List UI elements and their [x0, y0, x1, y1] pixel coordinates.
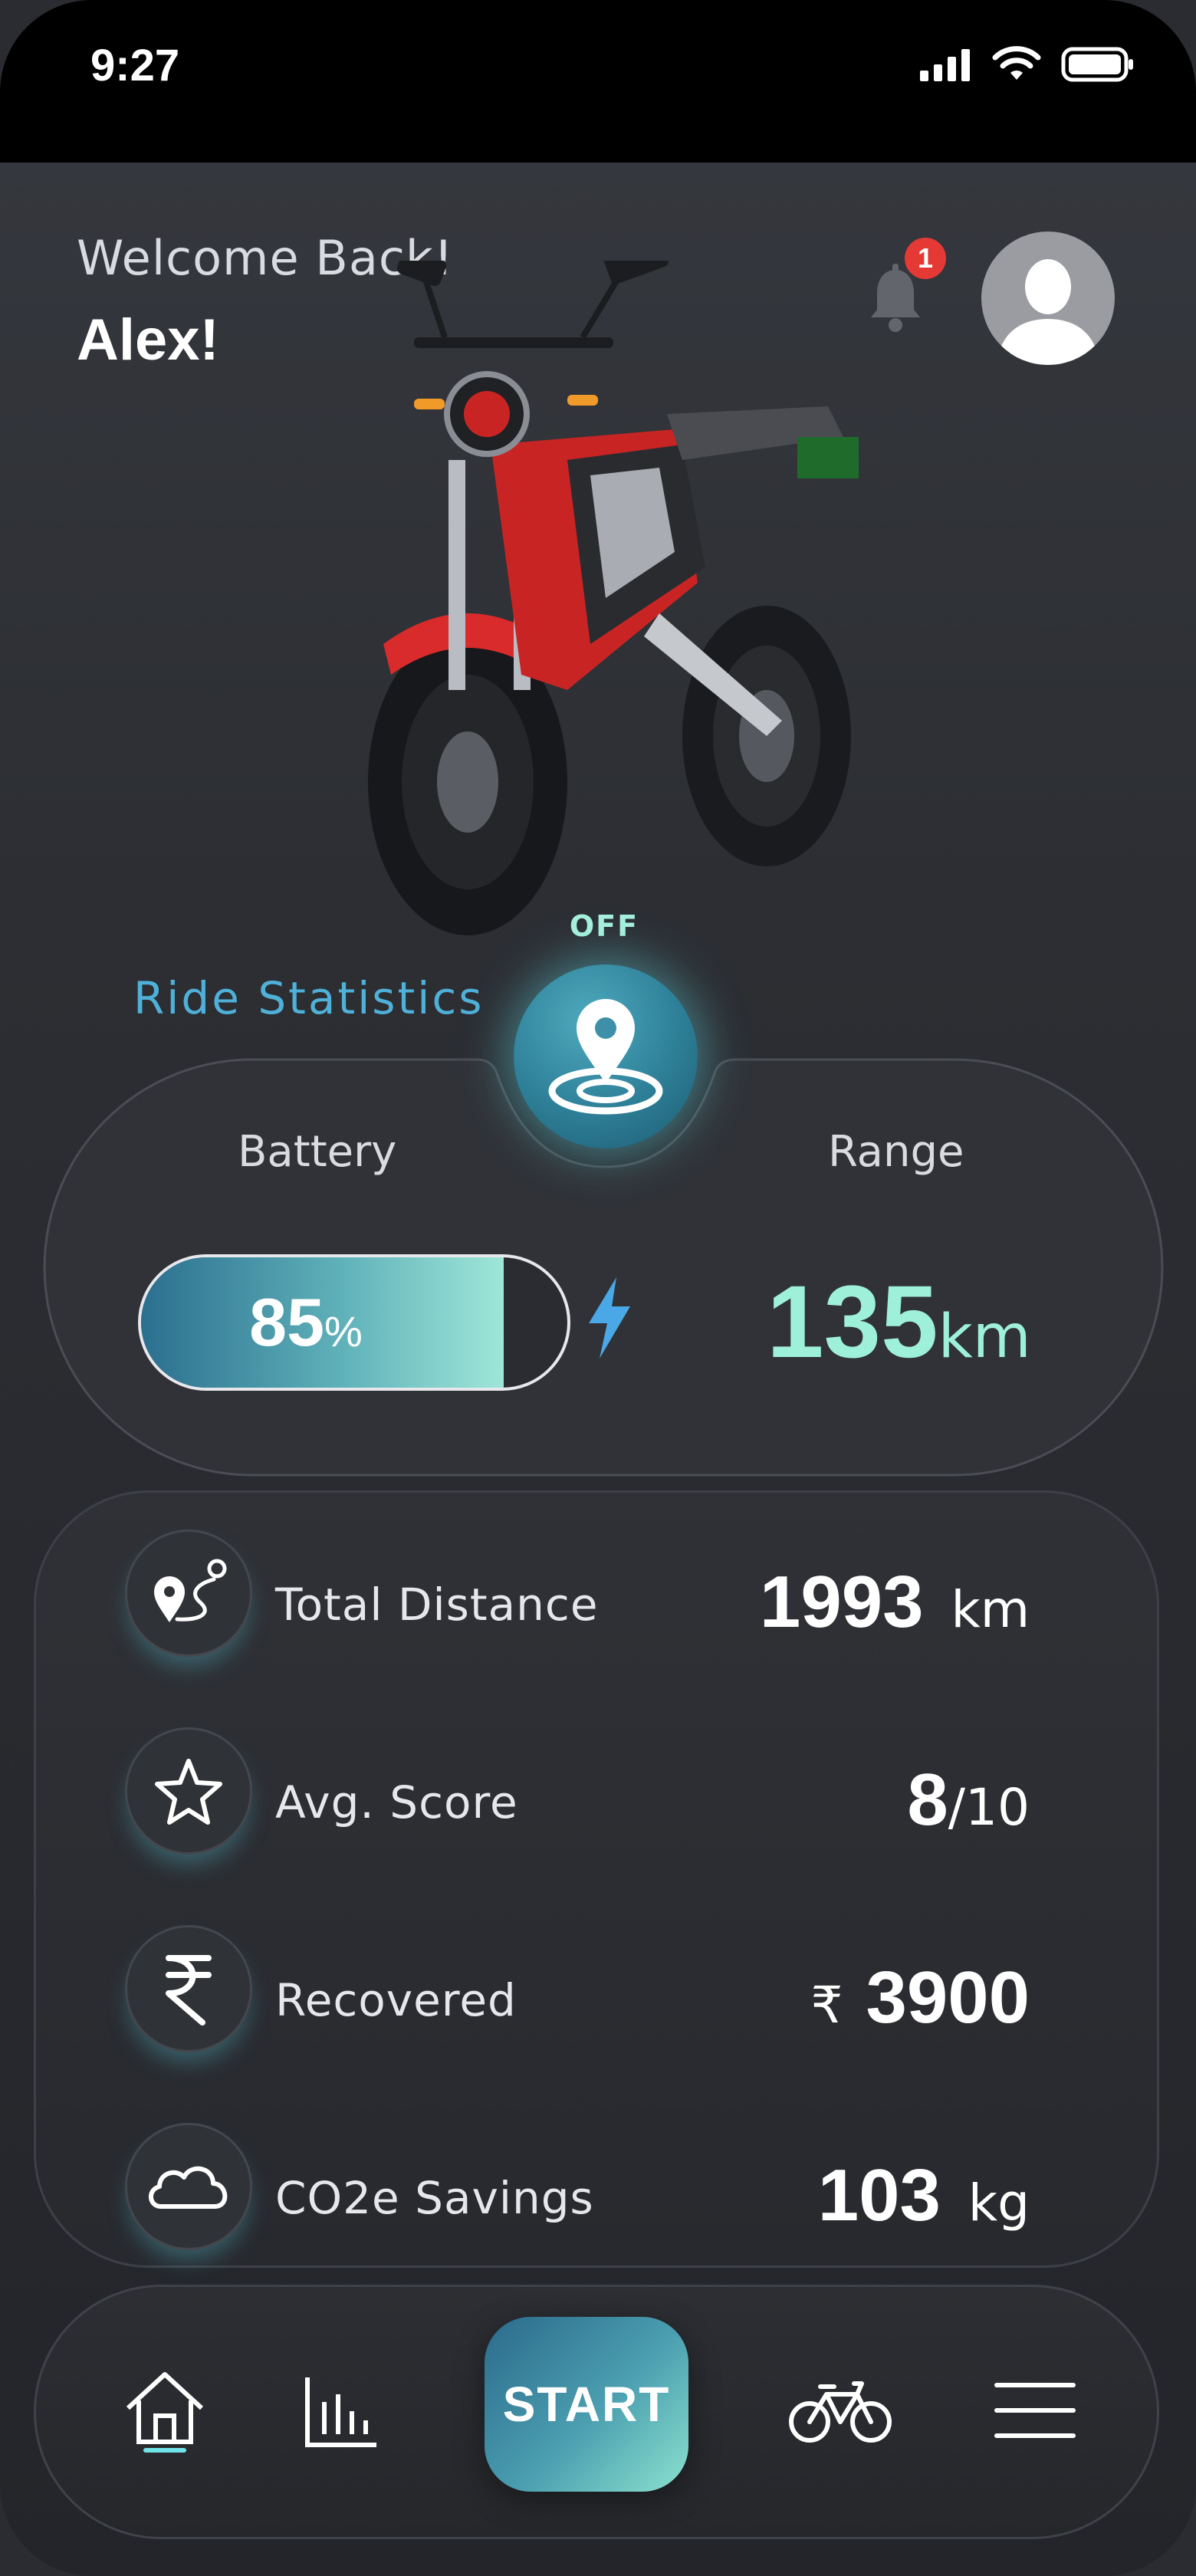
route-icon	[125, 1530, 252, 1657]
stat-number: 1993	[759, 1561, 924, 1643]
stat-number: 8	[907, 1759, 948, 1841]
stat-label: Recovered	[275, 1974, 517, 2026]
rupee-icon	[125, 1925, 252, 2052]
stat-value: 8/10	[907, 1758, 1030, 1842]
stat-value: ₹3900	[810, 1956, 1030, 2040]
battery-label: Battery	[238, 1127, 397, 1177]
stat-row-avg-score: Avg. Score 8/10	[36, 1727, 1162, 1858]
stat-value: 103 kg	[818, 2154, 1030, 2238]
motorcycle-image	[368, 261, 859, 935]
nav-rides-button[interactable]	[787, 2372, 894, 2449]
nav-stats-button[interactable]	[299, 2369, 383, 2453]
range-label: Range	[828, 1127, 964, 1177]
tracking-status-label: OFF	[569, 909, 639, 943]
battery-unit: %	[324, 1306, 363, 1355]
stats-chart-icon	[305, 2377, 376, 2447]
battery-status-icon	[1061, 47, 1133, 82]
charging-bolt-icon	[589, 1277, 630, 1359]
status-bar: 9:27	[0, 0, 1196, 163]
start-button[interactable]: START	[485, 2317, 688, 2492]
stat-label: Avg. Score	[275, 1776, 518, 1829]
stat-number: 3900	[866, 1957, 1030, 2039]
stat-number: 103	[817, 2154, 941, 2236]
user-name: Alex!	[77, 307, 219, 373]
location-pin-icon	[548, 999, 663, 1115]
stat-row-recovered: Recovered ₹3900	[36, 1925, 1162, 2055]
app-screen: 9:27 Welcome Back! Alex! 1 Ride Statisti…	[0, 0, 1196, 2576]
star-icon	[125, 1727, 252, 1855]
stat-unit: /10	[948, 1778, 1030, 1837]
bicycle-icon	[789, 2381, 892, 2443]
location-toggle-button[interactable]	[514, 964, 698, 1148]
stat-row-co2e-savings: CO2e Savings 103 kg	[36, 2123, 1162, 2253]
range-readout: 135km	[767, 1263, 1031, 1381]
signal-icon	[920, 49, 970, 81]
cloud-icon	[125, 2123, 252, 2250]
currency-symbol: ₹	[810, 1976, 843, 2035]
battery-readout: 85 %	[141, 1257, 471, 1388]
stats-list-card: Total Distance 1993 km Avg. Score 8/10 Re…	[34, 1490, 1159, 2268]
stat-row-total-distance: Total Distance 1993 km	[36, 1530, 1162, 1660]
range-unit: km	[938, 1303, 1031, 1372]
range-value: 135	[767, 1265, 938, 1379]
wifi-icon	[992, 46, 1041, 80]
stat-unit: kg	[968, 2174, 1030, 2233]
ride-statistics-title: Ride Statistics	[133, 972, 485, 1024]
menu-icon	[994, 2383, 1076, 2438]
stat-unit: km	[951, 1580, 1030, 1639]
stat-value: 1993 km	[760, 1560, 1030, 1644]
stat-label: Total Distance	[275, 1579, 599, 1631]
avatar[interactable]	[981, 232, 1115, 365]
nav-home-button[interactable]	[115, 2361, 215, 2461]
home-icon	[126, 2372, 204, 2453]
status-icons	[918, 46, 1135, 83]
status-time: 9:27	[90, 41, 180, 90]
battery-value: 85	[249, 1284, 325, 1360]
nav-menu-button[interactable]	[989, 2374, 1081, 2447]
battery-level-bar: 85 %	[138, 1254, 570, 1391]
stat-label: CO2e Savings	[275, 2172, 594, 2224]
user-silhouette-icon	[997, 259, 1099, 365]
